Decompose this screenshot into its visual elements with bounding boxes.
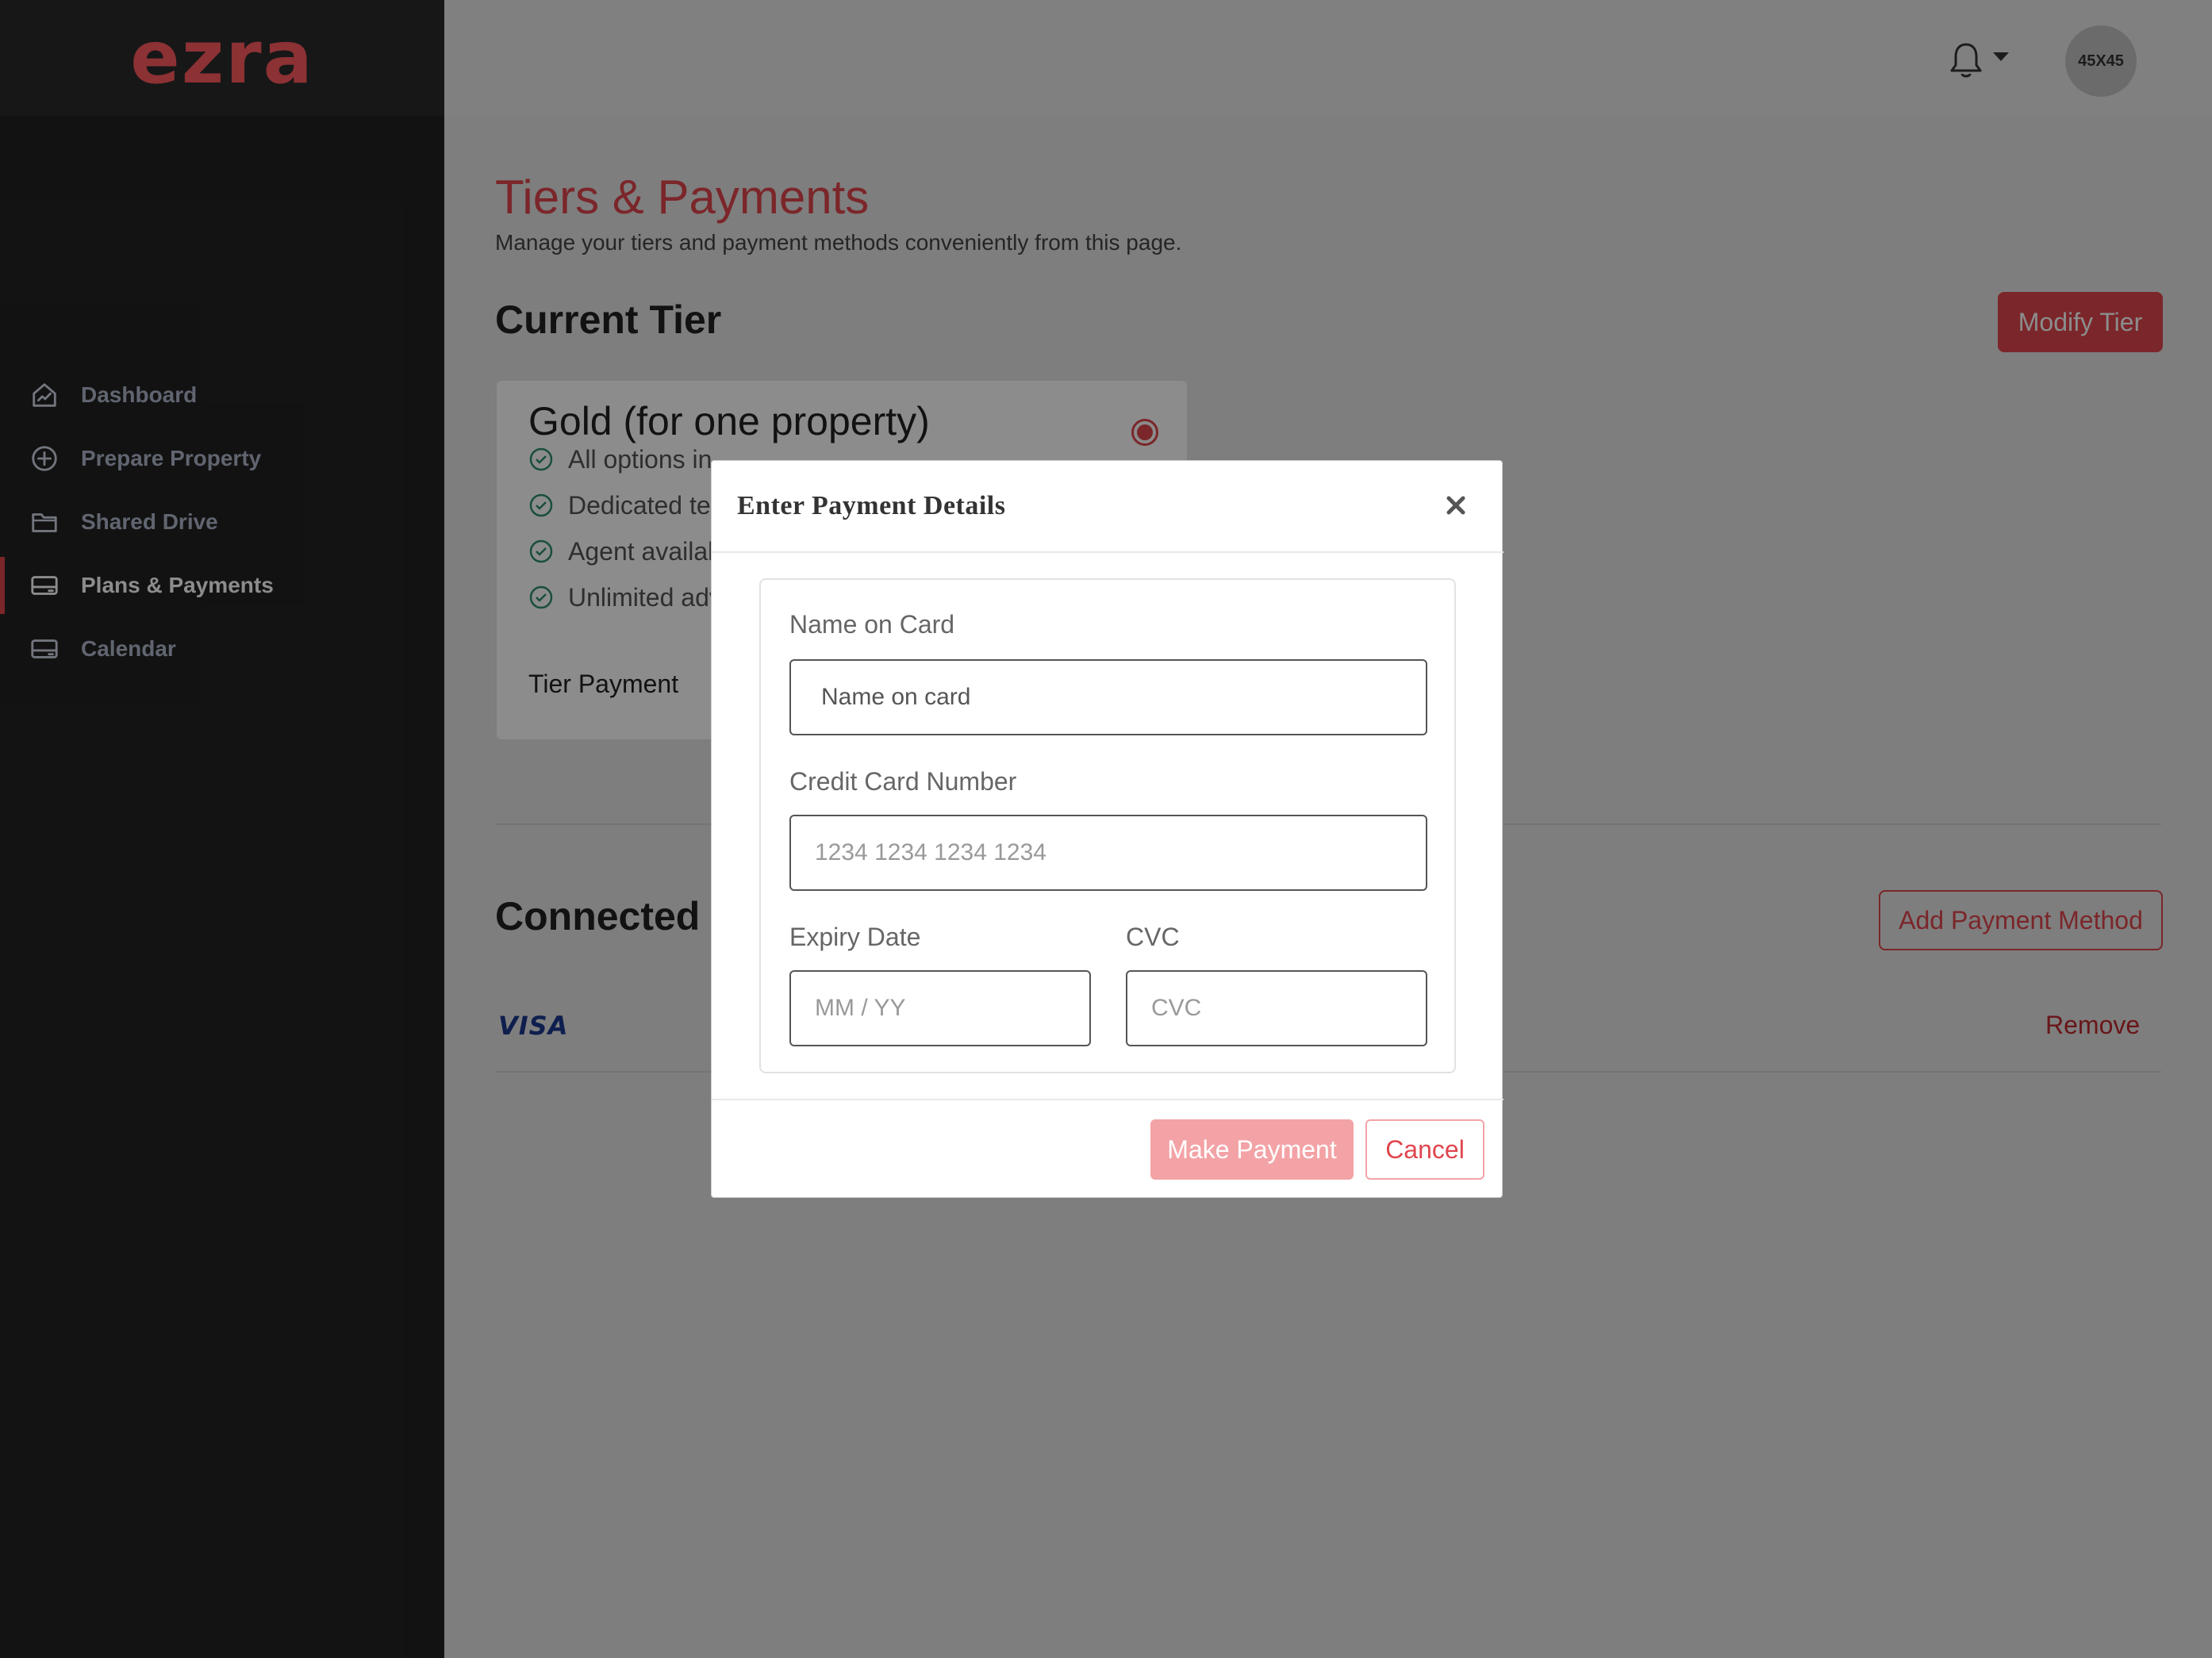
modal-header: Enter Payment Details: [712, 461, 1503, 553]
modal-footer-divider: [712, 1099, 1503, 1100]
expiry-date-input[interactable]: MM / YY: [789, 970, 1091, 1046]
make-payment-button[interactable]: Make Payment: [1150, 1119, 1354, 1180]
payment-modal: Enter Payment Details Name on Card Name …: [711, 460, 1503, 1198]
card-number-label: Credit Card Number: [789, 767, 1017, 796]
name-on-card-label: Name on Card: [789, 610, 955, 639]
cancel-button[interactable]: Cancel: [1365, 1119, 1484, 1180]
name-on-card-input[interactable]: Name on card: [789, 659, 1427, 735]
close-icon[interactable]: [1440, 489, 1472, 521]
cvc-label: CVC: [1126, 923, 1180, 951]
expiry-date-label: Expiry Date: [789, 923, 921, 951]
payment-form: Name on Card Name on card Credit Card Nu…: [759, 578, 1456, 1073]
modal-title: Enter Payment Details: [737, 491, 1006, 520]
cvc-input[interactable]: CVC: [1126, 970, 1427, 1046]
card-number-input[interactable]: 1234 1234 1234 1234: [789, 815, 1427, 891]
